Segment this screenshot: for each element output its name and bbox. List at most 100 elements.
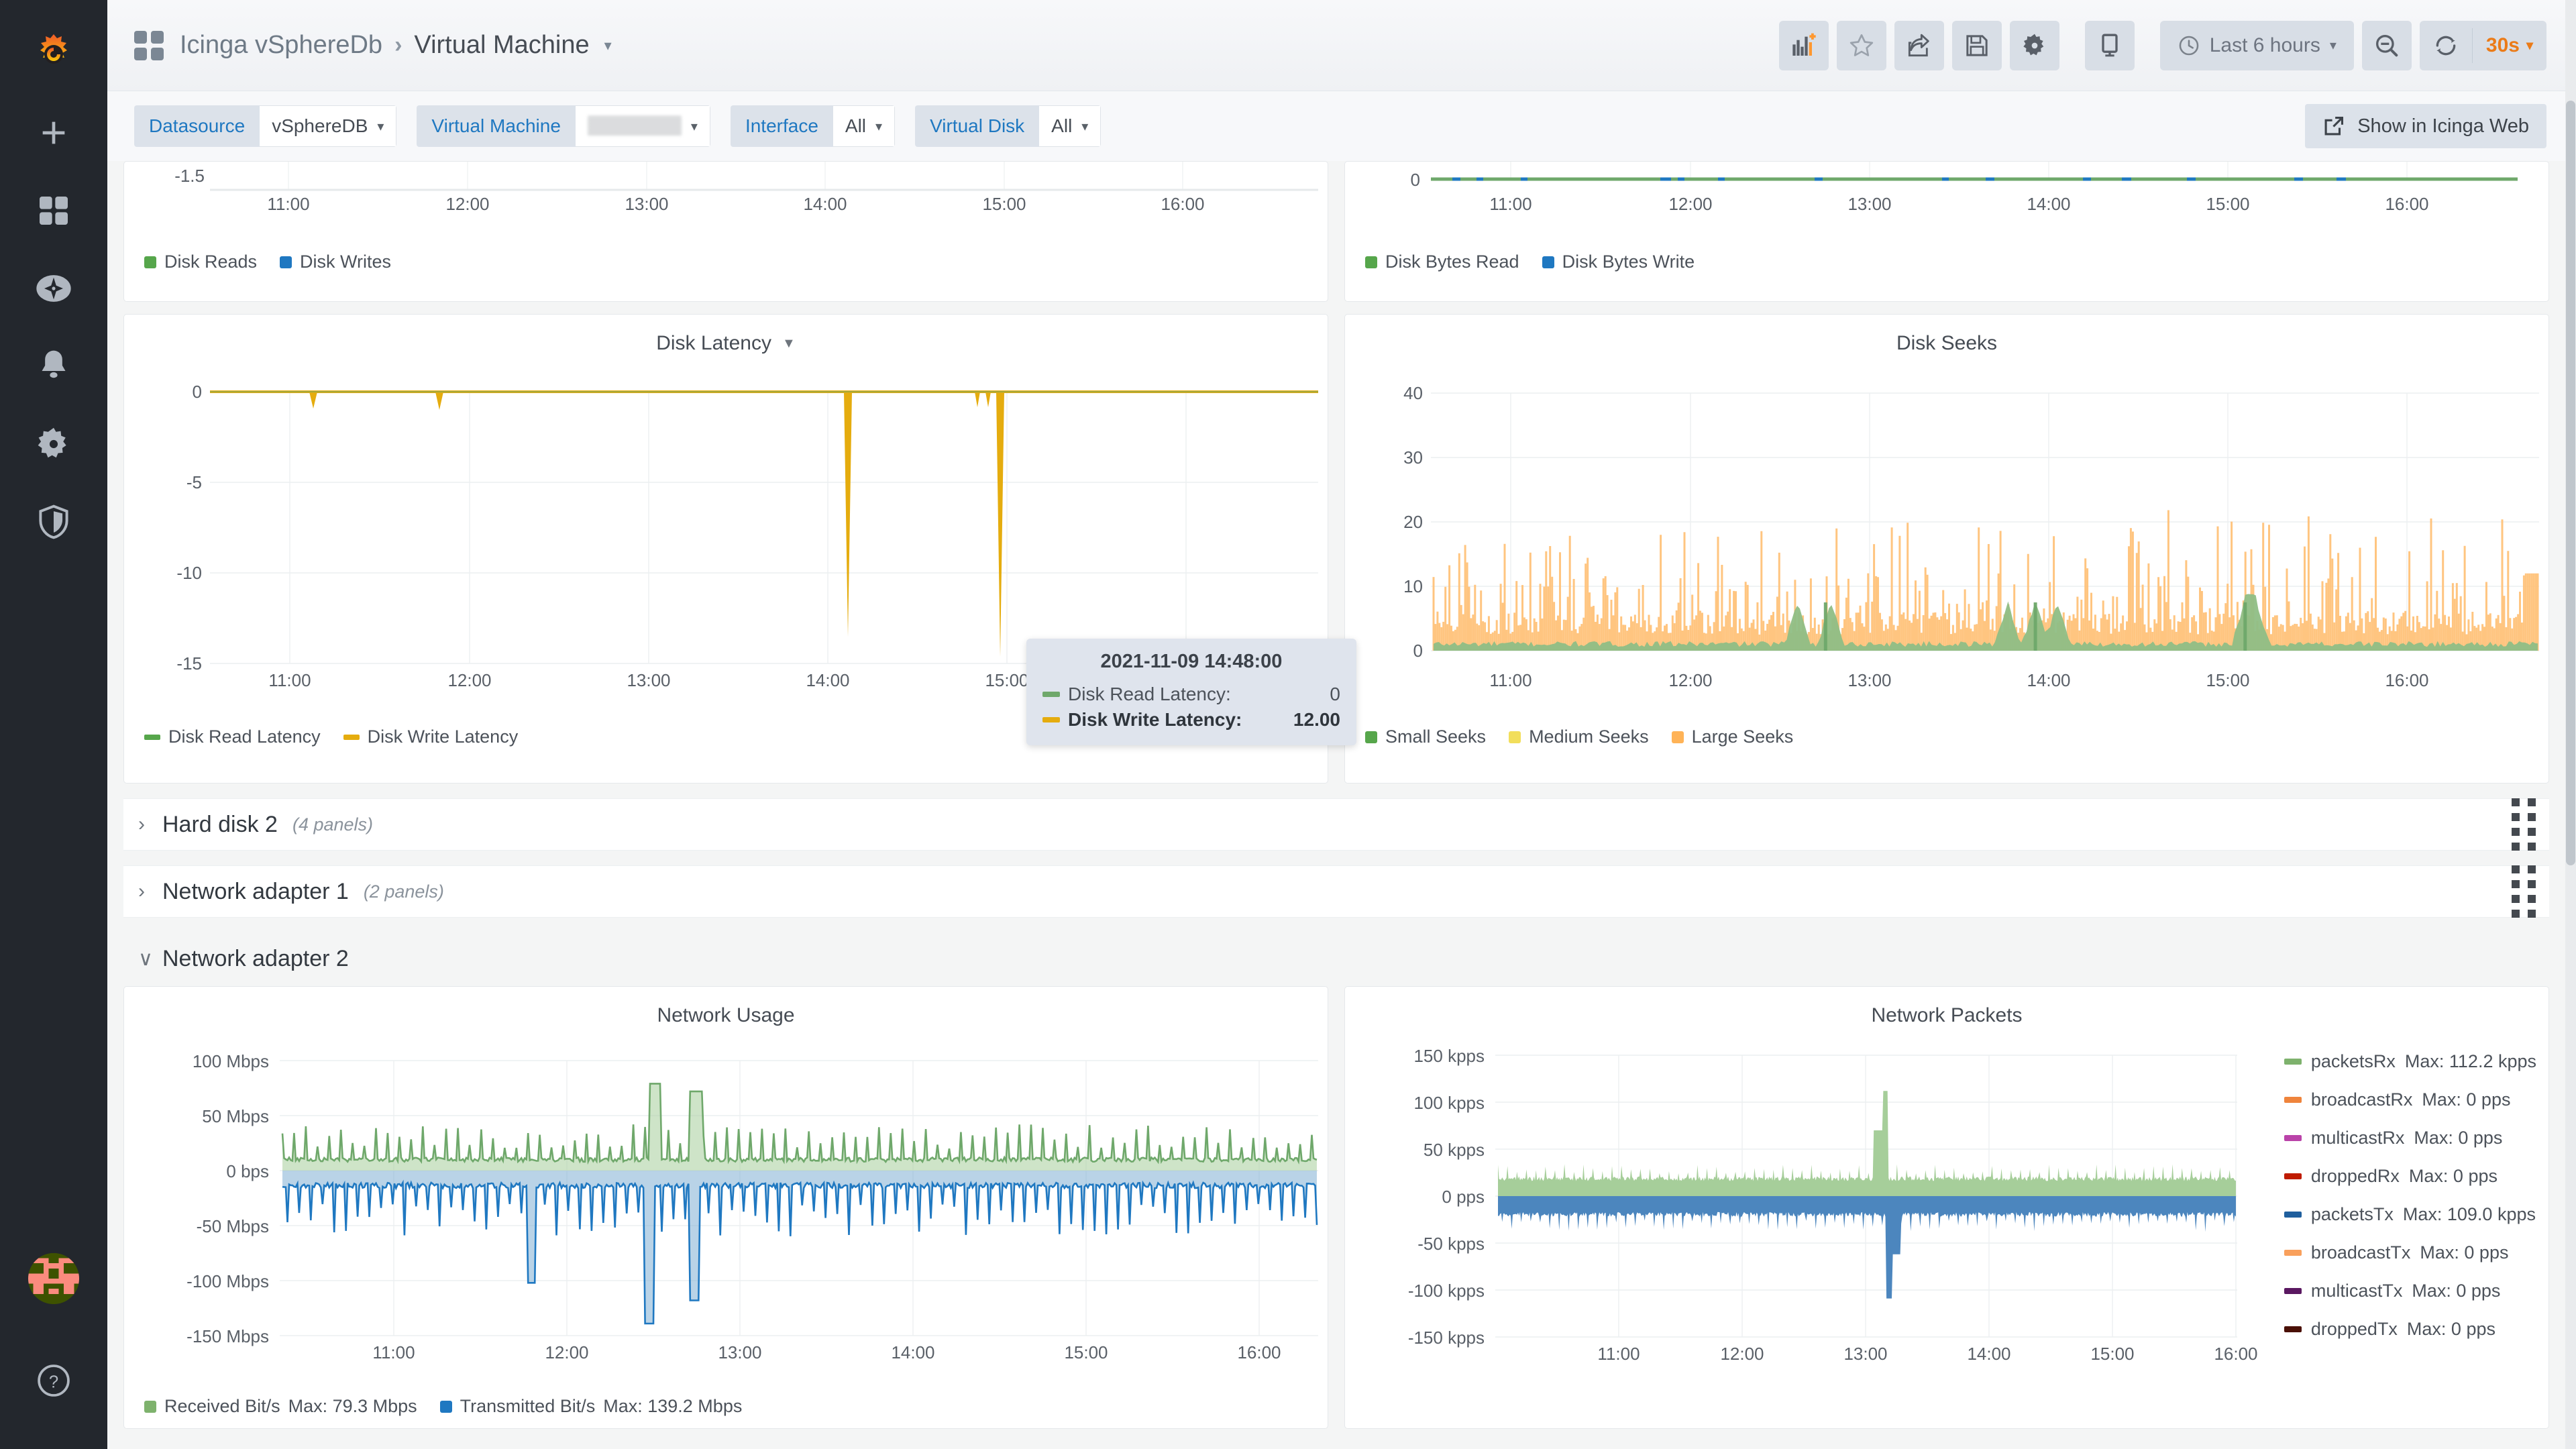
disk-reads-writes-panel[interactable]: -1.5 11:00 12:00 13:00 14:00 15:00 16:00 <box>123 161 1328 302</box>
network-usage-panel[interactable]: Network Usage 100 Mbps 50 Mbps 0 bps -50… <box>123 986 1328 1429</box>
legend-item[interactable]: packetsTx Max: 109.0 kpps <box>2284 1204 2536 1225</box>
chevron-right-icon: › <box>138 880 162 903</box>
legend-label: Disk Reads <box>164 252 257 272</box>
panel-header[interactable]: Disk Latency ▼ <box>124 315 1328 355</box>
disk-seeks-panel[interactable]: Disk Seeks 40 30 20 10 0 <box>1344 314 2549 784</box>
variable-virtual-machine[interactable]: Virtual Machine ▾ <box>417 105 710 147</box>
refresh-dashboard-button[interactable] <box>2420 21 2472 70</box>
legend-swatch <box>2284 1326 2302 1332</box>
dashboard-settings-button[interactable] <box>2010 21 2059 70</box>
chevron-down-icon[interactable]: ▾ <box>604 37 612 54</box>
sidebar-item-alerting[interactable] <box>0 327 107 405</box>
variable-value-dropdown[interactable]: vSphereDB ▾ <box>260 105 396 147</box>
chevron-down-icon[interactable]: ▼ <box>782 336 796 352</box>
variable-value: vSphereDB <box>272 115 368 137</box>
x-tick: 11:00 <box>1464 670 1558 691</box>
legend-swatch <box>2284 1135 2302 1141</box>
network-packets-panel[interactable]: Network Packets 150 kpps 100 kpps 50 kpp… <box>1344 986 2549 1429</box>
page-scrollbar[interactable] <box>2565 0 2576 1449</box>
tv-kiosk-button[interactable] <box>2085 21 2135 70</box>
legend-item[interactable]: Medium Seeks <box>1509 727 1649 747</box>
refresh-picker[interactable]: 30s ▾ <box>2420 21 2546 70</box>
breadcrumb-dashboard[interactable]: Virtual Machine <box>414 31 589 60</box>
show-in-icinga-web-button[interactable]: Show in Icinga Web <box>2305 104 2546 148</box>
legend-item[interactable]: Transmitted Bit/s Max: 139.2 Mbps <box>440 1396 743 1417</box>
x-tick: 12:00 <box>421 194 515 215</box>
legend-swatch <box>1365 731 1377 743</box>
grafana-logo-icon[interactable] <box>0 13 107 94</box>
avatar[interactable] <box>28 1253 79 1304</box>
legend-item[interactable]: Disk Write Latency <box>343 727 519 747</box>
variable-virtual-disk[interactable]: Virtual Disk All ▾ <box>915 105 1101 147</box>
legend-item[interactable]: broadcastRx Max: 0 pps <box>2284 1089 2536 1110</box>
legend-item[interactable]: multicastRx Max: 0 pps <box>2284 1128 2536 1148</box>
tooltip-series-label: Disk Write Latency: <box>1068 709 1242 731</box>
scrollbar-thumb[interactable] <box>2566 101 2575 865</box>
legend-item[interactable]: Small Seeks <box>1365 727 1486 747</box>
add-panel-button[interactable] <box>1779 21 1829 70</box>
star-icon <box>1848 32 1875 59</box>
legend-label: Disk Writes <box>300 252 391 272</box>
row-header-hard-disk-2[interactable]: › Hard disk 2 (4 panels) <box>123 798 2549 851</box>
legend-item[interactable]: Disk Read Latency <box>144 727 321 747</box>
x-tick: 14:00 <box>778 194 872 215</box>
panel-header[interactable]: Disk Seeks <box>1345 315 2548 355</box>
legend-label: Disk Bytes Write <box>1562 252 1695 272</box>
x-tick: 12:00 <box>1644 670 1737 691</box>
legend-label: droppedRx <box>2311 1166 2400 1187</box>
variable-interface[interactable]: Interface All ▾ <box>731 105 895 147</box>
plot-area: 100 Mbps 50 Mbps 0 bps -50 Mbps -100 Mbp… <box>124 1027 1328 1369</box>
legend-label: broadcastRx <box>2311 1089 2413 1110</box>
legend-item[interactable]: Disk Writes <box>280 252 391 272</box>
mark-favorite-button[interactable] <box>1837 21 1886 70</box>
refresh-interval-dropdown[interactable]: 30s ▾ <box>2473 21 2546 70</box>
legend-swatch <box>280 256 292 268</box>
variable-value-dropdown[interactable]: All ▾ <box>1039 105 1101 147</box>
legend-item[interactable]: droppedRx Max: 0 pps <box>2284 1166 2536 1187</box>
legend: Disk Reads Disk Writes <box>124 252 1328 272</box>
legend-stat: Max: 112.2 kpps <box>2405 1051 2536 1072</box>
x-tick: 15:00 <box>2181 670 2275 691</box>
legend-swatch <box>1672 731 1684 743</box>
row-drag-handle[interactable] <box>2512 865 2536 918</box>
x-tick: 11:00 <box>1572 1344 1666 1364</box>
legend-item[interactable]: Disk Reads <box>144 252 257 272</box>
zoom-out-time-button[interactable] <box>2362 21 2412 70</box>
disk-bytes-panel[interactable]: 0 <box>1344 161 2549 302</box>
legend-swatch <box>2284 1097 2302 1103</box>
time-range-picker[interactable]: Last 6 hours ▾ <box>2160 21 2354 70</box>
help-button[interactable]: ? <box>0 1342 107 1419</box>
row-title: Hard disk 2 <box>162 812 278 838</box>
panel-title: Network Usage <box>657 1004 794 1027</box>
legend-item[interactable]: multicastTx Max: 0 pps <box>2284 1281 2536 1301</box>
breadcrumb-folder[interactable]: Icinga vSphereDb <box>180 31 382 60</box>
breadcrumb[interactable]: Icinga vSphereDb › Virtual Machine ▾ <box>134 31 612 60</box>
legend-item[interactable]: Large Seeks <box>1672 727 1794 747</box>
variable-datasource[interactable]: Datasource vSphereDB ▾ <box>134 105 396 147</box>
sidebar-item-dashboards[interactable] <box>0 172 107 250</box>
row-drag-handle[interactable] <box>2512 798 2536 851</box>
legend-swatch <box>1542 256 1554 268</box>
x-tick: 11:00 <box>241 194 335 215</box>
sidebar-item-explore[interactable] <box>0 250 107 327</box>
share-dashboard-button[interactable] <box>1894 21 1944 70</box>
legend-item[interactable]: packetsRx Max: 112.2 kpps <box>2284 1051 2536 1072</box>
row-header-network-adapter-1[interactable]: › Network adapter 1 (2 panels) <box>123 865 2549 918</box>
sidebar-item-configuration[interactable] <box>0 405 107 483</box>
save-dashboard-button[interactable] <box>1952 21 2002 70</box>
panel-header[interactable]: Network Packets <box>1345 987 2548 1027</box>
sidebar-item-server-admin[interactable] <box>0 483 107 561</box>
legend-item[interactable]: droppedTx Max: 0 pps <box>2284 1319 2536 1340</box>
x-tick: 12:00 <box>423 670 517 691</box>
top-navigation-bar: Icinga vSphereDb › Virtual Machine ▾ <box>107 0 2576 91</box>
panel-header[interactable]: Network Usage <box>124 987 1328 1027</box>
legend-item[interactable]: Disk Bytes Read <box>1365 252 1519 272</box>
legend-item[interactable]: Received Bit/s Max: 79.3 Mbps <box>144 1396 417 1417</box>
variable-value-dropdown[interactable]: ▾ <box>576 105 710 147</box>
sidebar-item-create-add[interactable] <box>0 94 107 172</box>
variable-value-dropdown[interactable]: All ▾ <box>833 105 895 147</box>
legend-item[interactable]: Disk Bytes Write <box>1542 252 1695 272</box>
row-header-network-adapter-2[interactable]: ∨ Network adapter 2 <box>123 935 2549 982</box>
share-icon <box>1906 32 1933 59</box>
legend-item[interactable]: broadcastTx Max: 0 pps <box>2284 1242 2536 1263</box>
